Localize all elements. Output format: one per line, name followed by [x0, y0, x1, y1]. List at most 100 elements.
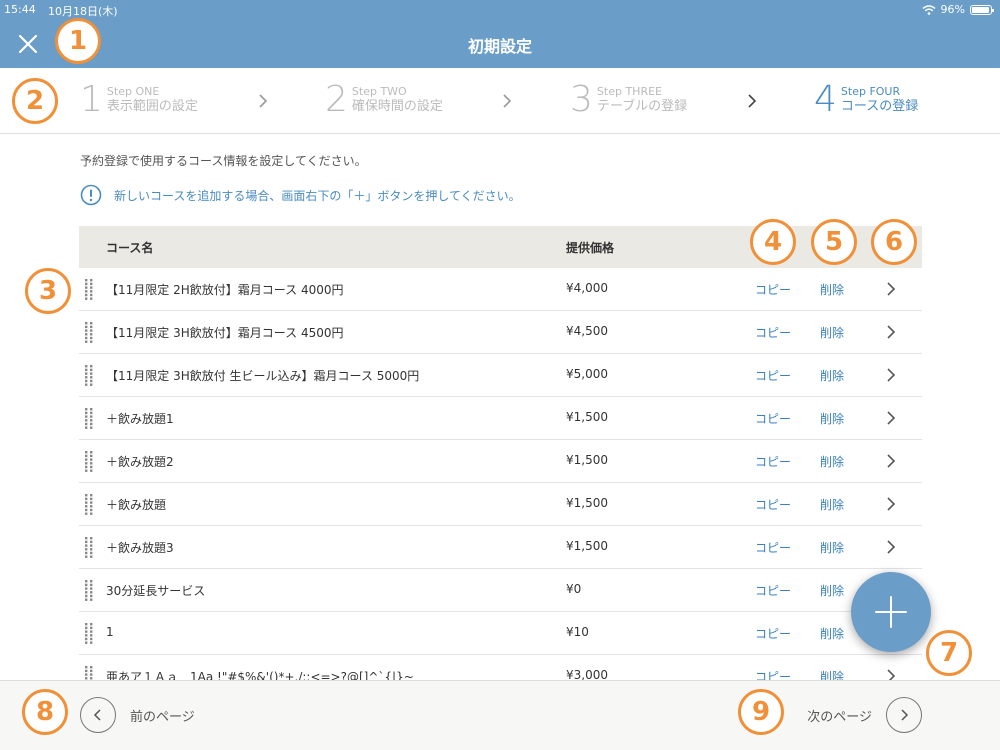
- step-2-label: 確保時間の設定: [351, 99, 443, 114]
- callout-2: 2: [12, 78, 58, 124]
- chevron-right-icon[interactable]: [885, 453, 897, 469]
- footer-nav: 前のページ 次のページ: [0, 680, 1000, 750]
- step-2-number: 2: [325, 79, 348, 120]
- copy-button[interactable]: コピー: [755, 281, 791, 298]
- chevron-right-icon[interactable]: [885, 539, 897, 555]
- table-row[interactable]: 【11月限定 3H飲放付】霜月コース 4500円 ¥4,500 コピー 削除: [79, 311, 922, 354]
- main-content[interactable]: 予約登録で使用するコース情報を設定してください。 新しいコースを追加する場合、画…: [0, 135, 1000, 680]
- page-title: 初期設定: [467, 37, 532, 56]
- course-name: 【11月限定 3H飲放付 生ビール込み】霜月コース 5000円: [106, 369, 420, 383]
- battery-icon: [970, 4, 994, 15]
- drag-handle-icon[interactable]: [85, 537, 93, 559]
- drag-handle-icon[interactable]: [85, 623, 93, 645]
- copy-button[interactable]: コピー: [755, 582, 791, 599]
- table-row[interactable]: ＋飲み放題3 ¥1,500 コピー 削除: [79, 526, 922, 569]
- course-price: ¥1,500: [566, 410, 608, 424]
- copy-button[interactable]: コピー: [755, 324, 791, 341]
- course-price: ¥5,000: [566, 367, 608, 381]
- step-3[interactable]: 3 Step THREE テーブルの登録: [570, 80, 687, 120]
- course-name: ＋飲み放題2: [106, 455, 174, 469]
- copy-button[interactable]: コピー: [755, 410, 791, 427]
- step-2-small-label: Step TWO: [351, 85, 407, 98]
- status-time: 15:44: [4, 3, 36, 16]
- course-table: コース名 提供価格 【11月限定 2H飲放付】霜月コース 4000円 ¥4,000…: [79, 226, 922, 680]
- table-body: 【11月限定 2H飲放付】霜月コース 4000円 ¥4,000 コピー 削除 【11月限…: [79, 268, 922, 680]
- callout-7: 7: [926, 630, 972, 676]
- delete-button[interactable]: 削除: [820, 410, 844, 427]
- battery-percent: 96%: [940, 3, 965, 16]
- drag-handle-icon[interactable]: [85, 408, 93, 430]
- step-4-small-label: Step FOUR: [840, 85, 901, 98]
- table-row[interactable]: ＋飲み放題2 ¥1,500 コピー 削除: [79, 440, 922, 483]
- info-message: 新しいコースを追加する場合、画面右下の「＋」ボタンを押してください。: [80, 184, 521, 206]
- course-name: ＋飲み放題1: [106, 412, 174, 426]
- delete-button[interactable]: 削除: [820, 281, 844, 298]
- wifi-icon: [922, 4, 936, 15]
- chevron-left-icon: [93, 709, 101, 721]
- callout-8: 8: [22, 689, 68, 735]
- table-row[interactable]: ＋飲み放題1 ¥1,500 コピー 削除: [79, 397, 922, 440]
- step-3-small-label: Step THREE: [596, 85, 662, 98]
- table-row[interactable]: 【11月限定 2H飲放付】霜月コース 4000円 ¥4,000 コピー 削除: [79, 268, 922, 311]
- drag-handle-icon[interactable]: [85, 580, 93, 602]
- chevron-right-icon[interactable]: [885, 496, 897, 512]
- delete-button[interactable]: 削除: [820, 324, 844, 341]
- step-indicator: 1 Step ONE 表示範囲の設定 2 Step TWO 確保時間の設定 3 …: [0, 68, 1000, 134]
- delete-button[interactable]: 削除: [820, 539, 844, 556]
- add-course-button[interactable]: [851, 572, 931, 652]
- course-name: 30分延長サービス: [106, 584, 206, 598]
- copy-button[interactable]: コピー: [755, 539, 791, 556]
- step-3-number: 3: [570, 79, 593, 120]
- delete-button[interactable]: 削除: [820, 582, 844, 599]
- drag-handle-icon[interactable]: [85, 451, 93, 473]
- course-price: ¥4,000: [566, 281, 608, 295]
- delete-button[interactable]: 削除: [820, 367, 844, 384]
- step-arrow-icon: [503, 94, 512, 108]
- status-bar: 15:44 10月18日(木) 96%: [0, 3, 1000, 19]
- drag-handle-icon[interactable]: [85, 322, 93, 344]
- status-right: 96%: [922, 3, 994, 16]
- drag-handle-icon[interactable]: [85, 365, 93, 387]
- drag-handle-icon[interactable]: [85, 494, 93, 516]
- next-page-button[interactable]: 次のページ: [807, 697, 922, 733]
- table-row[interactable]: 1 ¥10 コピー 削除: [79, 612, 922, 655]
- step-1-label: 表示範囲の設定: [106, 99, 198, 114]
- copy-button[interactable]: コピー: [755, 625, 791, 642]
- callout-4: 4: [750, 219, 796, 265]
- course-name: ＋飲み放題: [106, 498, 167, 512]
- course-name: 【11月限定 3H飲放付】霜月コース 4500円: [106, 326, 344, 340]
- chevron-right-icon[interactable]: [885, 668, 897, 680]
- step-1[interactable]: 1 Step ONE 表示範囲の設定: [80, 80, 198, 120]
- copy-button[interactable]: コピー: [755, 453, 791, 470]
- chevron-right-icon[interactable]: [885, 410, 897, 426]
- step-2[interactable]: 2 Step TWO 確保時間の設定: [325, 80, 443, 120]
- course-price: ¥3,000: [566, 668, 608, 680]
- copy-button[interactable]: コピー: [755, 668, 791, 680]
- table-row[interactable]: 【11月限定 3H飲放付 生ビール込み】霜月コース 5000円 ¥5,000 コピー…: [79, 354, 922, 397]
- table-row[interactable]: 30分延長サービス ¥0 コピー 削除: [79, 569, 922, 612]
- step-arrow-icon: [748, 94, 757, 108]
- column-header-name: コース名: [106, 240, 154, 255]
- table-header: コース名 提供価格: [79, 226, 922, 268]
- column-header-price: 提供価格: [566, 240, 615, 255]
- step-arrow-icon: [259, 94, 268, 108]
- callout-3: 3: [25, 268, 71, 314]
- step-4[interactable]: 4 Step FOUR コースの登録: [814, 80, 918, 120]
- chevron-right-icon[interactable]: [885, 281, 897, 297]
- table-row[interactable]: ＋飲み放題 ¥1,500 コピー 削除: [79, 483, 922, 526]
- delete-button[interactable]: 削除: [820, 625, 844, 642]
- course-price: ¥1,500: [566, 496, 608, 510]
- delete-button[interactable]: 削除: [820, 453, 844, 470]
- copy-button[interactable]: コピー: [755, 367, 791, 384]
- copy-button[interactable]: コピー: [755, 496, 791, 513]
- step-3-label: テーブルの登録: [596, 99, 688, 114]
- drag-handle-icon[interactable]: [85, 666, 93, 680]
- chevron-right-icon[interactable]: [885, 367, 897, 383]
- delete-button[interactable]: 削除: [820, 496, 844, 513]
- table-row[interactable]: 亜あア１Ａａ 1Aa !"#$%&'()*+,/:;<=>?@[]^`{|}~ ¥…: [79, 655, 922, 680]
- delete-button[interactable]: 削除: [820, 668, 844, 680]
- prev-page-button[interactable]: 前のページ: [80, 697, 195, 733]
- next-circle: [886, 697, 922, 733]
- drag-handle-icon[interactable]: [85, 279, 93, 301]
- chevron-right-icon[interactable]: [885, 324, 897, 340]
